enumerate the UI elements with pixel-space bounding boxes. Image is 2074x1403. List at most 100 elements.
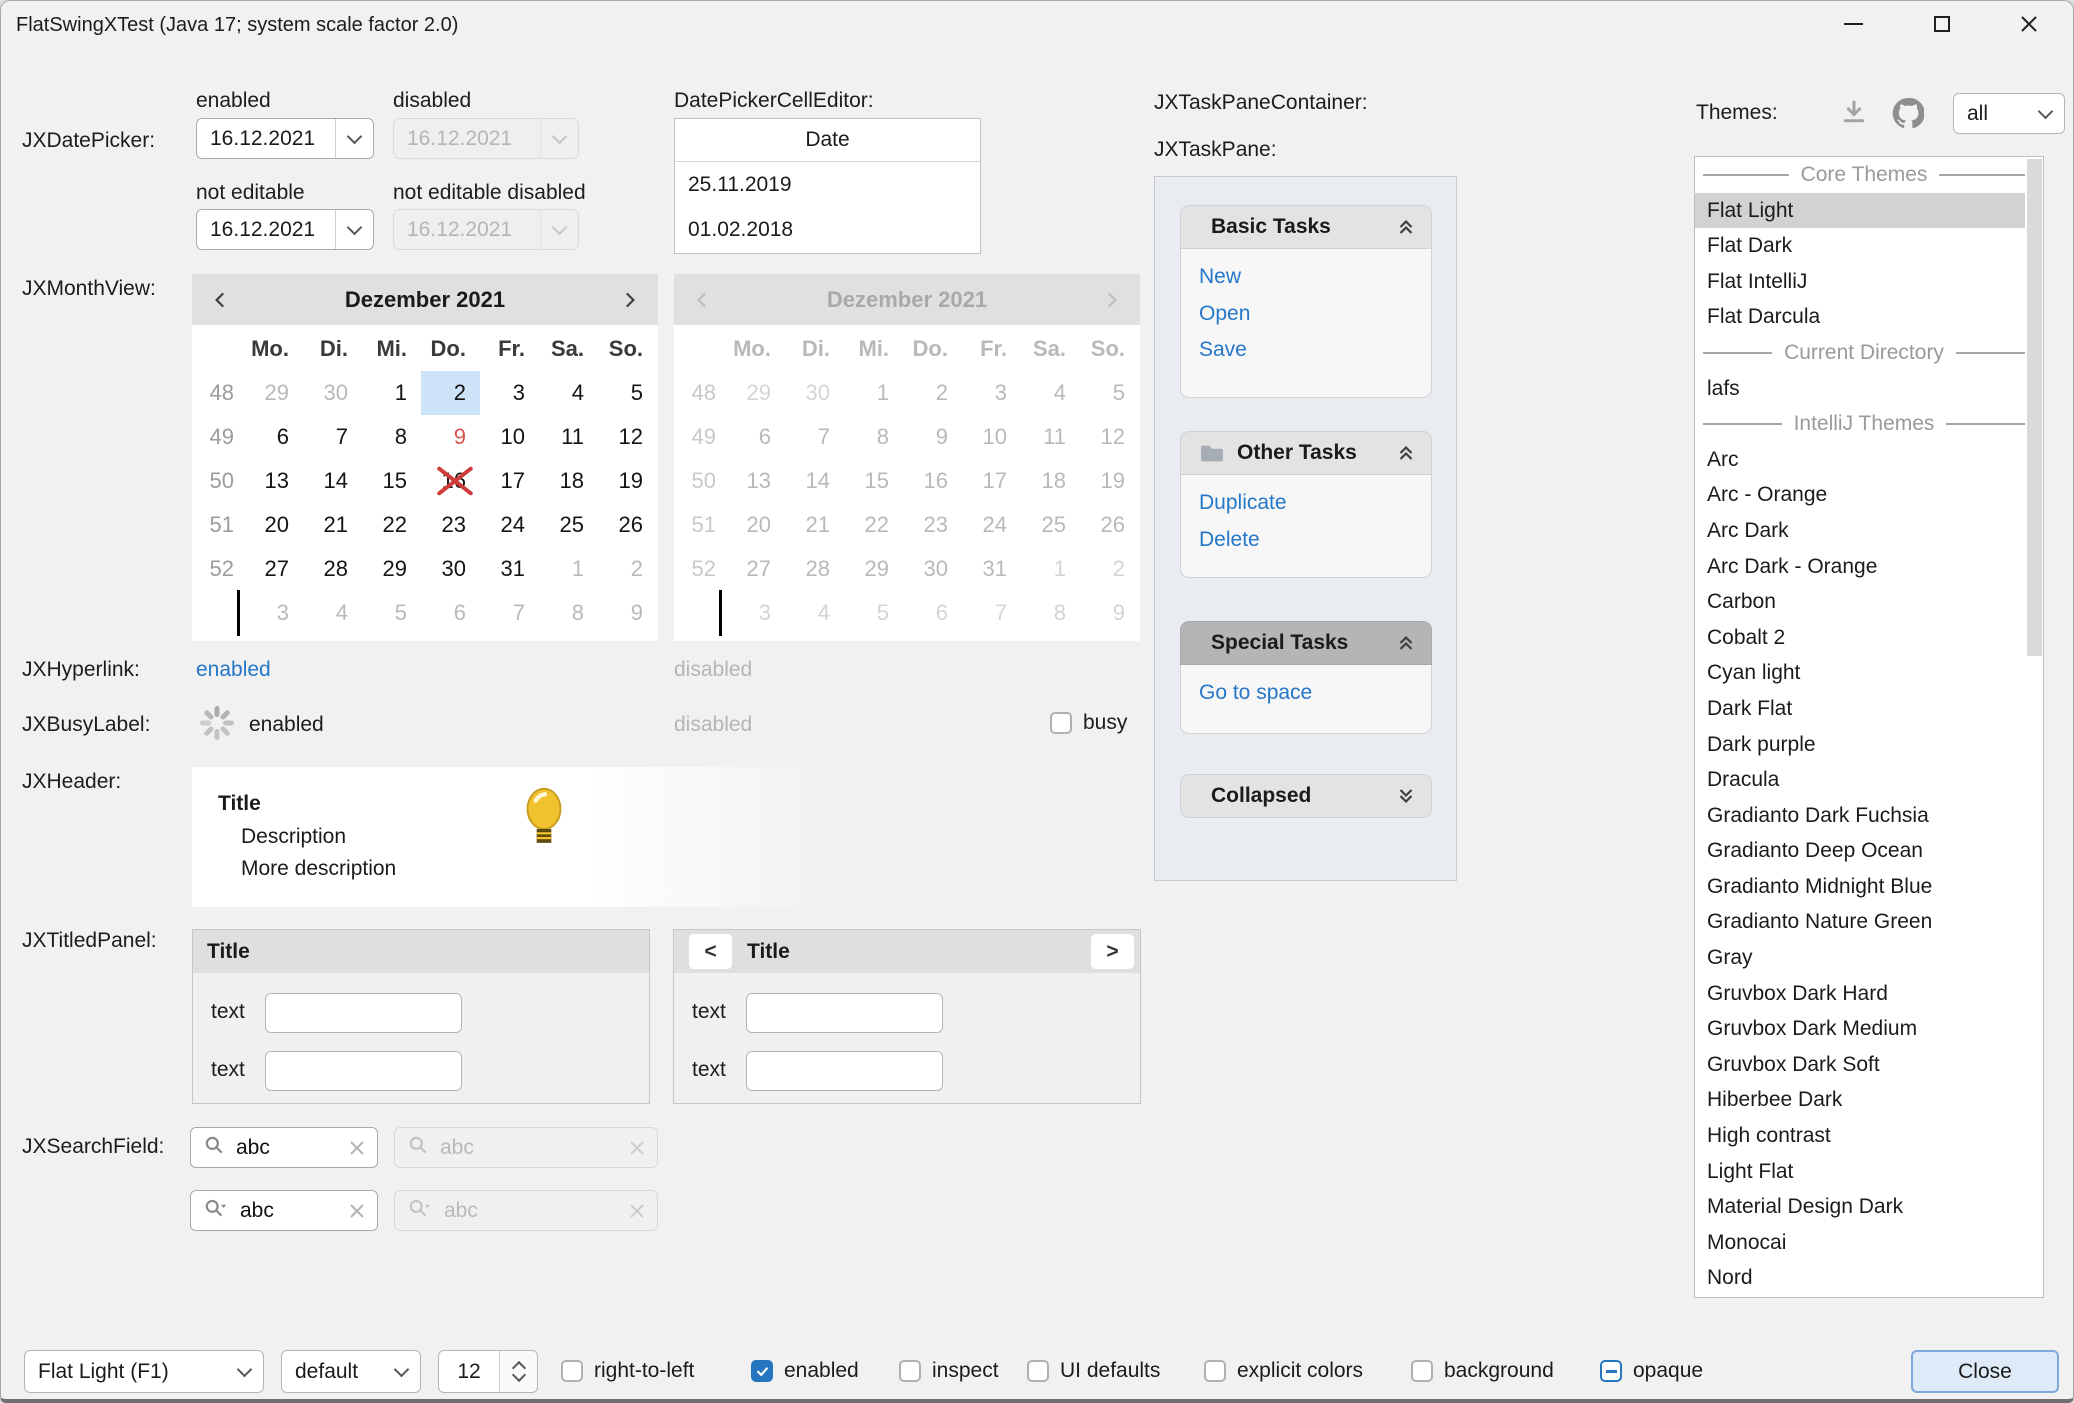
taskpane-link[interactable]: Save <box>1199 332 1431 369</box>
calendar-day[interactable]: 17 <box>480 459 539 503</box>
calendar-day[interactable]: 8 <box>362 415 421 459</box>
searchfield-enabled[interactable]: abc <box>190 1127 378 1168</box>
calendar-day[interactable]: 29 <box>244 371 303 415</box>
calendar-day[interactable]: 31 <box>480 547 539 591</box>
calendar-day[interactable]: 23 <box>421 503 480 547</box>
taskpane-link[interactable]: Go to space <box>1199 675 1431 712</box>
datepicker-dropdown-button[interactable] <box>335 210 373 249</box>
theme-list-item[interactable]: Gradianto Midnight Blue <box>1695 869 2025 905</box>
taskpane-header[interactable]: Other Tasks <box>1180 431 1432 475</box>
calendar-day[interactable]: 2 <box>421 371 480 415</box>
next-month-icon[interactable] <box>600 289 658 311</box>
datepicker-enabled[interactable]: 16.12.2021 <box>196 118 374 159</box>
maximize-button[interactable] <box>1910 1 1974 47</box>
text-input[interactable] <box>265 993 462 1033</box>
busy-checkbox[interactable]: busy <box>1050 709 1127 737</box>
table-header-date[interactable]: Date <box>675 119 980 162</box>
theme-list-item[interactable]: Monocai <box>1695 1225 2025 1261</box>
search-value[interactable]: abc <box>240 1199 338 1223</box>
hyperlink-enabled[interactable]: enabled <box>196 658 271 682</box>
ui-defaults-checkbox[interactable]: UI defaults <box>1027 1357 1160 1385</box>
theme-list-item[interactable]: Flat IntelliJ <box>1695 264 2025 300</box>
theme-list-item[interactable]: Flat Dark <box>1695 228 2025 264</box>
clear-icon[interactable] <box>349 1140 365 1156</box>
theme-list-item[interactable]: Nord <box>1695 1260 2025 1296</box>
calendar-day[interactable]: 8 <box>539 591 598 635</box>
calendar-day[interactable]: 26 <box>598 503 657 547</box>
themes-filter-combo[interactable]: all <box>1953 93 2065 134</box>
calendar-day[interactable]: 22 <box>362 503 421 547</box>
spinner-value[interactable]: 12 <box>439 1360 499 1384</box>
spinner-buttons[interactable] <box>499 1351 537 1392</box>
calendar-day[interactable]: 9 <box>598 591 657 635</box>
style-combo[interactable]: default <box>281 1350 421 1393</box>
text-input[interactable] <box>265 1051 462 1091</box>
calendar-day[interactable]: 9 <box>421 415 480 459</box>
theme-list-item[interactable]: Dark purple <box>1695 727 2025 763</box>
calendar-day[interactable]: 27 <box>244 547 303 591</box>
theme-list-item[interactable]: Gruvbox Dark Hard <box>1695 976 2025 1012</box>
calendar-day[interactable]: 3 <box>480 371 539 415</box>
calendar-day[interactable]: 18 <box>539 459 598 503</box>
calendar-day[interactable]: 6 <box>244 415 303 459</box>
search-dropdown-icon[interactable] <box>203 1197 229 1225</box>
searchfield-dropdown-enabled[interactable]: abc <box>190 1190 378 1231</box>
monthview-grid[interactable]: Mo.Di.Mi.Do.Fr.Sa.So.4829301234549678910… <box>192 325 658 641</box>
theme-list-item[interactable]: Flat Darcula <box>1695 299 2025 335</box>
taskpane-link[interactable]: Open <box>1199 296 1431 333</box>
calendar-day[interactable]: 7 <box>480 591 539 635</box>
calendar-day[interactable]: 12 <box>598 415 657 459</box>
datepicker-noteditable[interactable]: 16.12.2021 <box>196 209 374 250</box>
calendar-day[interactable]: 14 <box>303 459 362 503</box>
theme-list-item[interactable]: Light Flat <box>1695 1154 2025 1190</box>
calendar-day[interactable]: 7 <box>303 415 362 459</box>
theme-list-item[interactable]: Carbon <box>1695 584 2025 620</box>
calendar-day[interactable]: 13 <box>244 459 303 503</box>
calendar-day[interactable]: 16 <box>421 459 480 503</box>
themes-list[interactable]: Core ThemesFlat LightFlat DarkFlat Intel… <box>1694 156 2044 1298</box>
calendar-day[interactable]: 24 <box>480 503 539 547</box>
minimize-button[interactable] <box>1821 1 1885 47</box>
calendar-day[interactable]: 19 <box>598 459 657 503</box>
taskpane-link[interactable]: New <box>1199 259 1431 296</box>
theme-list-item[interactable]: Material Design Dark <box>1695 1189 2025 1225</box>
explicit-colors-checkbox[interactable]: explicit colors <box>1204 1357 1363 1385</box>
collapse-chevron-icon[interactable] <box>1395 442 1417 464</box>
close-button[interactable]: Close <box>1911 1350 2059 1393</box>
table-row[interactable]: 25.11.2019 <box>675 162 980 207</box>
theme-list-item[interactable]: Gradianto Nature Green <box>1695 904 2025 940</box>
scrollbar-thumb[interactable] <box>2027 159 2042 656</box>
background-checkbox[interactable]: background <box>1411 1357 1554 1385</box>
theme-list-item[interactable]: Flat Light <box>1695 193 2025 229</box>
theme-list-item[interactable]: Dracula <box>1695 762 2025 798</box>
calendar-day[interactable]: 29 <box>362 547 421 591</box>
prev-month-icon[interactable] <box>192 289 250 311</box>
close-window-button[interactable] <box>1997 1 2061 47</box>
collapse-chevron-icon[interactable] <box>1395 216 1417 238</box>
theme-list-item[interactable]: Dark Flat <box>1695 691 2025 727</box>
calendar-day[interactable]: 21 <box>303 503 362 547</box>
calendar-day[interactable]: 6 <box>421 591 480 635</box>
theme-list-item[interactable]: Cyan light <box>1695 655 2025 691</box>
opaque-checkbox[interactable]: opaque <box>1600 1357 1703 1385</box>
calendar-day[interactable]: 5 <box>362 591 421 635</box>
lookandfeel-combo[interactable]: Flat Light (F1) <box>24 1350 264 1393</box>
expand-chevron-icon[interactable] <box>1395 785 1417 807</box>
theme-list-item[interactable]: Hiberbee Dark <box>1695 1082 2025 1118</box>
calendar-day[interactable]: 5 <box>598 371 657 415</box>
taskpane-link[interactable]: Delete <box>1199 522 1431 559</box>
theme-list-item[interactable]: Gray <box>1695 940 2025 976</box>
theme-list-item[interactable]: Gradianto Deep Ocean <box>1695 833 2025 869</box>
text-input[interactable] <box>746 1051 943 1091</box>
calendar-day[interactable]: 1 <box>539 547 598 591</box>
taskpane-link[interactable]: Duplicate <box>1199 485 1431 522</box>
taskpane-header[interactable]: Collapsed <box>1180 774 1432 818</box>
taskpane-header[interactable]: Special Tasks <box>1180 621 1432 665</box>
calendar-day[interactable]: 3 <box>244 591 303 635</box>
calendar-day[interactable]: 28 <box>303 547 362 591</box>
calendar-day[interactable]: 20 <box>244 503 303 547</box>
celleditor-table[interactable]: Date 25.11.2019 01.02.2018 <box>674 118 981 254</box>
enabled-checkbox[interactable]: enabled <box>751 1357 859 1385</box>
titledpanel-right-arrow-button[interactable]: > <box>1090 933 1135 970</box>
table-row[interactable]: 01.02.2018 <box>675 207 980 252</box>
